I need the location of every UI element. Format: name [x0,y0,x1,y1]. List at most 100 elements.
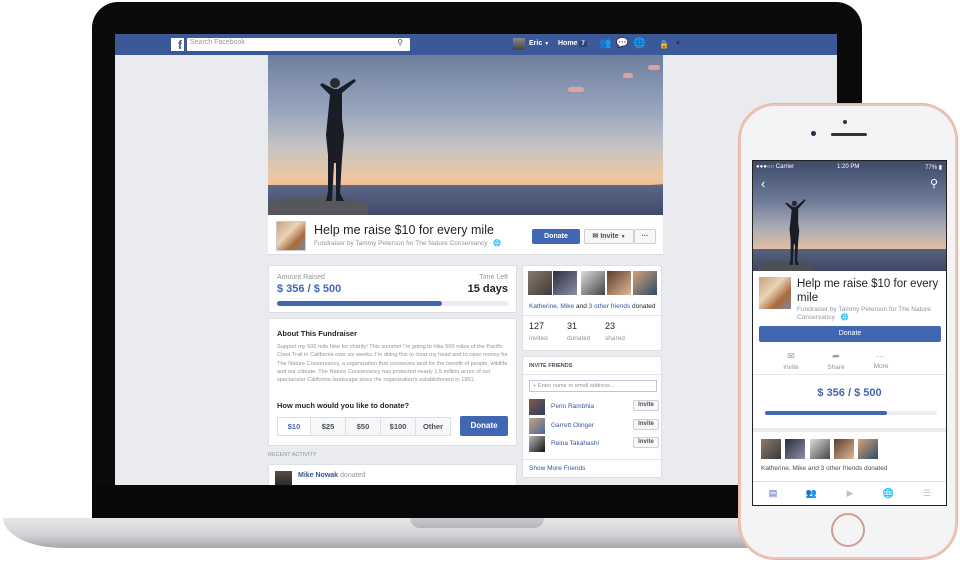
user-name: Eric [529,40,543,47]
search-input[interactable]: Search Facebook ⚲ [187,38,410,51]
back-icon[interactable]: ‹ [761,176,765,191]
donate-submit-button[interactable]: Donate [460,416,508,436]
friend-photo[interactable] [834,439,854,459]
amount-option-2[interactable]: $50 [345,417,381,436]
amount-raised-card: Amount Raised $ 356 / $ 500 Time Left 15… [268,265,517,313]
account-dropdown-icon[interactable]: ▼ [675,41,681,47]
activity-user-link[interactable]: Mike Nowak [298,472,338,479]
stat-value: 31 [567,321,578,331]
user-avatar[interactable] [513,38,525,50]
activity-item: Mike Nowak donated [298,472,366,479]
progress-fill [277,301,443,306]
mobile-tabbar: ▤ 👥 ▶ 🌐 ☰ [753,481,946,505]
laptop-screen: f Search Facebook ⚲ Eric ▼ Home 7 👥 💬 🌐 🔒… [115,34,837,485]
invite-friend-button[interactable]: Invite [633,437,659,448]
progress-fill [765,411,888,415]
progress-bar [277,301,509,306]
friend-photo[interactable] [858,439,878,459]
donate-question: How much would you like to donate? [277,401,410,410]
messages-icon[interactable]: 💬 [616,38,628,49]
invite-input[interactable]: + Enter name or email address... [529,380,657,392]
more-button[interactable]: ··· [634,229,656,244]
friend-requests-icon[interactable]: 👥 [599,38,611,49]
amount-option-0[interactable]: $10 [277,417,311,436]
privacy-lock-icon[interactable]: 🔒 [659,40,669,49]
stat-label: invited [529,335,548,342]
chevron-down-icon: ▼ [620,234,626,240]
invite-friends-heading: INVITE FRIENDS [529,363,573,369]
status-bar: ●●●○○ Carrier 1:20 PM 77% ▮ [753,161,946,175]
plus-icon: + [533,383,537,389]
invite-friend-button[interactable]: Invite [633,400,659,411]
profile-link[interactable]: Eric ▼ [529,40,549,47]
friend-photo[interactable] [761,439,781,459]
more-dots-icon: ··· [876,351,886,361]
friend-name-link[interactable]: Garrett Olinger [551,422,594,429]
envelope-icon: ✉ [787,351,795,361]
amount-option-1[interactable]: $25 [310,417,346,436]
notifications-globe-icon[interactable]: 🌐 [633,38,645,49]
search-icon[interactable]: ⚲ [930,177,938,190]
about-card: About This Fundraiser Support my 500 mil… [268,318,517,446]
mobile-progress-bar [765,411,937,415]
friend-name-link[interactable]: Perin Rambhia [551,403,594,410]
friend-avatar[interactable] [529,417,545,434]
facebook-topbar: f Search Facebook ⚲ Eric ▼ Home 7 👥 💬 🌐 🔒… [115,34,837,55]
mobile-amount: $ 356 / $ 500 [817,387,882,399]
mobile-action-more[interactable]: ··· More [861,351,901,370]
carrier-label: ●●●○○ Carrier [756,164,795,170]
mobile-profile-photo[interactable] [759,277,791,309]
video-icon[interactable]: ▶ [842,488,858,499]
mobile-title: Help me raise $10 for every mile [797,278,939,304]
amount-options: $10 $25 $50 $100 Other [277,417,457,436]
front-camera [811,131,816,136]
amount-option-4[interactable]: Other [415,417,451,436]
search-icon[interactable]: ⚲ [397,38,403,47]
facebook-logo[interactable]: f [171,38,184,52]
recent-activity-card: Mike Nowak donated [268,464,517,485]
fundraiser-profile-photo[interactable] [276,221,306,251]
friend-photo[interactable] [528,271,552,295]
friend-photo[interactable] [581,271,605,295]
friend-avatar[interactable] [529,399,545,415]
donate-button[interactable]: Donate [532,229,580,244]
friends-icon[interactable]: 👥 [804,488,820,499]
stat-value: 23 [605,321,616,331]
friend-photo[interactable] [553,271,577,295]
friend-photo[interactable] [785,439,805,459]
invite-friend-button[interactable]: Invite [633,418,659,430]
stat-label: donated [567,335,591,342]
fundraiser-title: Help me raise $10 for every mile [314,223,494,237]
home-link[interactable]: Home 7 [558,40,587,47]
mobile-friends-text: Katherine, Mike and 3 other friends dona… [761,465,888,472]
cover-photo [268,55,663,215]
invite-friend-row: Reina Takahashi Invite [523,435,661,452]
friends-donated-text: Katherine, Mike and 3 other friends dona… [529,303,656,310]
about-heading: About This Fundraiser [277,329,358,338]
show-more-friends-link[interactable]: Show More Friends [529,465,585,472]
mobile-donate-button[interactable]: Donate [759,326,941,342]
mobile-action-share[interactable]: ➦ Share [816,351,856,371]
share-arrow-icon: ➦ [832,351,840,361]
invite-button[interactable]: ✉ Invite ▼ [584,229,634,244]
activity-avatar[interactable] [275,471,292,485]
fundraiser-subtitle: Fundraiser by Tammy Peterson for The Nat… [314,240,502,247]
home-badge: 7 [579,41,587,47]
friend-names-link[interactable]: Katherine, Mike [529,303,574,310]
sensor [843,120,847,124]
mobile-action-invite[interactable]: ✉ Invite [771,351,811,371]
friend-name-link[interactable]: Reina Takahashi [551,440,599,447]
other-friends-link[interactable]: 3 other friends [589,303,631,310]
friend-photo[interactable] [633,271,657,295]
menu-icon[interactable]: ☰ [919,488,935,499]
home-label: Home [558,40,578,47]
invite-friend-row: Perin Rambhia Invite [523,398,661,415]
amount-raised-value: $ 356 / $ 500 [277,283,342,295]
friend-photo[interactable] [607,271,631,295]
home-button[interactable] [831,513,865,547]
news-feed-icon[interactable]: ▤ [765,488,781,499]
friend-avatar[interactable] [529,436,545,452]
friend-photo[interactable] [810,439,830,459]
amount-option-3[interactable]: $100 [380,417,416,436]
globe-icon[interactable]: 🌐 [881,488,897,499]
